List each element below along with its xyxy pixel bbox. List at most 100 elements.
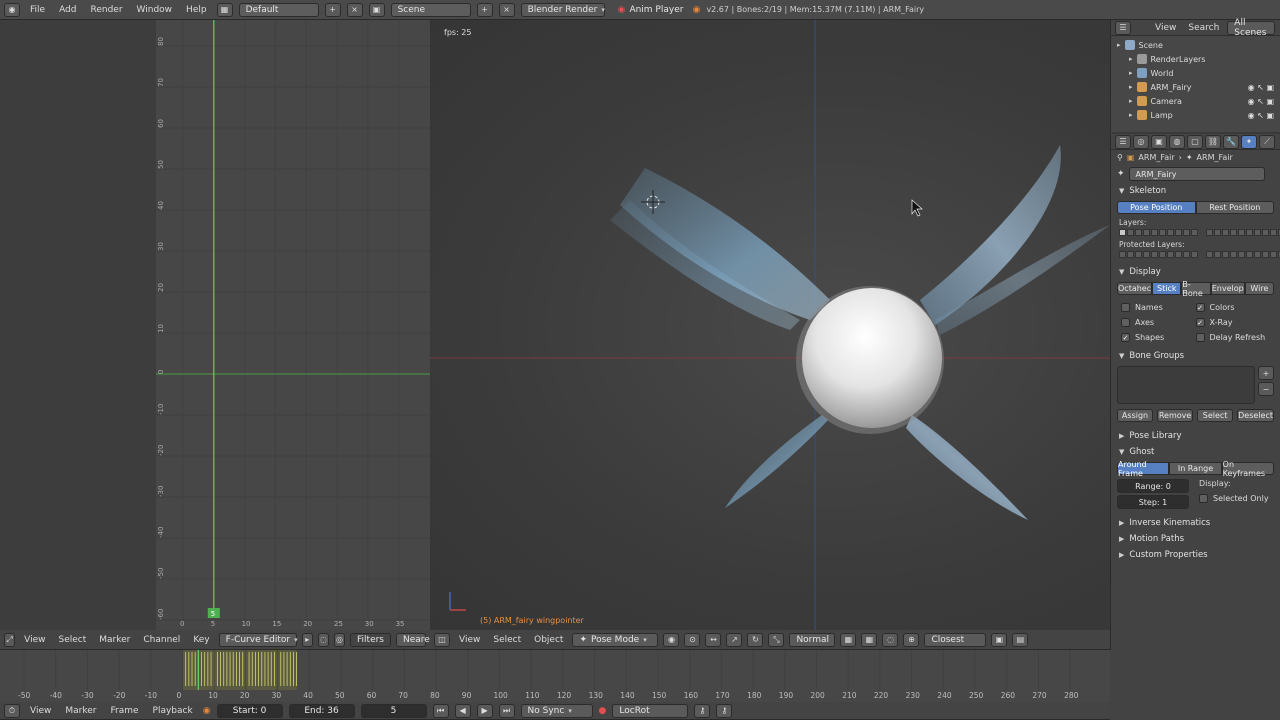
layer-toggle[interactable] [1183, 251, 1190, 258]
insert-keyframe-icon[interactable]: ⚷ [694, 703, 711, 718]
render-camera-icon[interactable]: ▣ [1266, 97, 1274, 106]
expand-triangle-icon[interactable]: ▸ [1129, 111, 1133, 119]
fairy-scene[interactable] [430, 20, 1110, 630]
proportional-edit-icon[interactable]: ◌ [882, 632, 899, 647]
layers-icon-2[interactable]: ▦ [861, 632, 878, 647]
add-group-icon[interactable]: + [1258, 366, 1274, 380]
breadcrumb-item-object[interactable]: ARM_Fair [1138, 153, 1174, 162]
layer-toggle[interactable] [1230, 229, 1237, 236]
auto-key-icon[interactable]: ● [599, 706, 607, 716]
pose-library-panel-header[interactable]: ▶ Pose Library [1111, 428, 1280, 444]
graph-mode-dropdown[interactable]: F-Curve Editor ▾ [218, 632, 298, 647]
layer-toggle[interactable] [1191, 229, 1198, 236]
start-frame-field[interactable]: Start: 0 [216, 703, 283, 718]
snap-target-dropdown[interactable]: Closest [924, 632, 987, 647]
bone-groups-panel-header[interactable]: ▼ Bone Groups [1111, 348, 1280, 364]
outliner-item-world[interactable]: ▸ World [1117, 66, 1274, 80]
scene-field[interactable]: Scene [390, 2, 471, 17]
graph-menu-channel[interactable]: Channel [139, 635, 184, 645]
layer-toggle[interactable] [1143, 251, 1150, 258]
outliner-item-renderlayers[interactable]: ▸ RenderLayers [1117, 52, 1274, 66]
layer-toggle[interactable] [1214, 251, 1221, 258]
graph-menu-select[interactable]: Select [54, 635, 90, 645]
menu-help[interactable]: Help [182, 5, 211, 15]
play-reverse-icon[interactable]: ◀ [454, 703, 471, 718]
properties-editor[interactable]: ☰ ◎ ▣ ◍ ▢ ⛓ 🔧 ✦ ⟋ ⚲ ▣ ARM_Fair › ✦ ARM_F… [1110, 134, 1280, 720]
colors-checkbox[interactable]: ✓ Colors [1195, 300, 1271, 315]
expand-triangle-icon[interactable]: ▸ [1129, 55, 1133, 63]
ghost-panel-header[interactable]: ▼ Ghost [1111, 444, 1280, 460]
snap-icon[interactable]: ⊕ [903, 632, 920, 647]
editor-type-icon[interactable]: ⤢ [4, 632, 16, 647]
layer-toggle[interactable] [1238, 229, 1245, 236]
scene-icon[interactable]: ▣ [368, 2, 385, 17]
ghost-mode-around-frame[interactable]: Around Frame [1117, 460, 1170, 478]
ghost-mode-in-range[interactable]: In Range [1169, 462, 1222, 475]
select-arrow-icon[interactable]: ↖ [1257, 83, 1264, 92]
layers-icon[interactable]: ▦ [840, 632, 857, 647]
timeline-canvas[interactable]: -50 -40 -30 -20 -10 0 10 20 30 40 50 60 70 80 90 100 110… [0, 650, 1110, 702]
rotate-icon[interactable]: ↻ [747, 632, 764, 647]
layer-toggle[interactable] [1222, 229, 1229, 236]
layer-toggle[interactable] [1119, 251, 1126, 258]
scene-tab-icon[interactable]: ▣ [1151, 134, 1167, 149]
layer-toggle[interactable] [1151, 229, 1158, 236]
anim-player-button[interactable]: ◉ Anim Player [610, 2, 687, 17]
layer-toggle[interactable] [1159, 251, 1166, 258]
layer-toggle[interactable] [1135, 251, 1142, 258]
render-engine-dropdown[interactable]: Blender Render ▾ [520, 2, 605, 17]
keying-set-dropdown[interactable]: LocRot [612, 703, 689, 718]
bone-tab-icon[interactable]: ⟋ [1259, 134, 1275, 149]
sync-mode-dropdown[interactable]: No Sync ▾ [520, 703, 593, 718]
ghost-curves-icon[interactable]: ◎ [333, 632, 346, 647]
layer-toggle[interactable] [1254, 229, 1261, 236]
axes-checkbox[interactable]: Axes [1121, 315, 1196, 330]
expand-triangle-icon[interactable]: ▸ [1129, 83, 1133, 91]
graph-canvas[interactable]: 80 70 60 50 40 30 20 10 0 -10 -20 -30 -40 -50 -60 0 5 10 1… [0, 20, 430, 630]
render-tab-icon[interactable]: ◎ [1133, 134, 1149, 149]
viewport-editor-type-icon[interactable]: ◫ [434, 632, 450, 647]
render-camera-icon[interactable]: ▣ [1266, 83, 1274, 92]
menu-file[interactable]: File [26, 5, 49, 15]
view3d-menu-select[interactable]: Select [489, 635, 525, 645]
outliner-item-arm-fairy[interactable]: ▸ ARM_Fairy ◉ ↖ ▣ [1117, 80, 1274, 94]
add-scene-icon[interactable]: + [476, 2, 493, 17]
timeline-menu-marker[interactable]: Marker [61, 706, 100, 716]
layer-toggle[interactable] [1246, 229, 1253, 236]
display-mode-wire[interactable]: Wire [1244, 282, 1274, 295]
opengl-anim-icon[interactable]: ▤ [1012, 632, 1029, 647]
layer-toggle[interactable] [1206, 251, 1213, 258]
display-mode-envelop[interactable]: Envelop [1210, 282, 1245, 295]
graph-menu-marker[interactable]: Marker [95, 635, 134, 645]
shading-icon[interactable]: ◉ [663, 632, 680, 647]
layer-toggle[interactable] [1206, 229, 1213, 236]
timeline-menu-playback[interactable]: Playback [149, 706, 197, 716]
layer-toggle[interactable] [1175, 229, 1182, 236]
select-arrow-icon[interactable]: ↖ [1257, 97, 1264, 106]
assign-button[interactable]: Assign [1117, 409, 1154, 422]
selected-only-checkbox[interactable]: Selected Only [1199, 491, 1269, 506]
names-checkbox[interactable]: Names [1121, 300, 1196, 315]
add-layout-icon[interactable]: + [324, 2, 341, 17]
layer-toggle[interactable] [1143, 229, 1150, 236]
layer-toggle[interactable] [1191, 251, 1198, 258]
graph-menu-view[interactable]: View [20, 635, 49, 645]
x-ray-checkbox[interactable]: ✓ X-Ray [1195, 315, 1271, 330]
inverse-kinematics-panel-header[interactable]: ▶ Inverse Kinematics [1111, 515, 1280, 531]
display-mode-octahec[interactable]: Octahec [1117, 282, 1153, 295]
filters-button[interactable]: Filters [350, 632, 391, 647]
layer-toggle[interactable] [1270, 251, 1277, 258]
layer-toggle[interactable] [1127, 229, 1134, 236]
interaction-mode-dropdown[interactable]: ✦ Pose Mode ▾ [572, 632, 659, 647]
layer-toggle[interactable] [1246, 251, 1253, 258]
ghost-step-field[interactable]: Step: 1 [1117, 495, 1189, 509]
only-selected-icon[interactable]: ▸ [301, 632, 313, 647]
layer-toggle[interactable] [1151, 251, 1158, 258]
eye-icon[interactable]: ◉ [1248, 111, 1255, 120]
expand-triangle-icon[interactable]: ▸ [1117, 41, 1121, 49]
outliner-item-scene[interactable]: ▸ Scene [1117, 38, 1274, 52]
layer-toggle[interactable] [1183, 229, 1190, 236]
remove-scene-icon[interactable]: × [498, 2, 515, 17]
pivot-point-icon[interactable]: ⊙ [684, 632, 701, 647]
blender-logo-icon[interactable]: ◉ [4, 2, 20, 17]
